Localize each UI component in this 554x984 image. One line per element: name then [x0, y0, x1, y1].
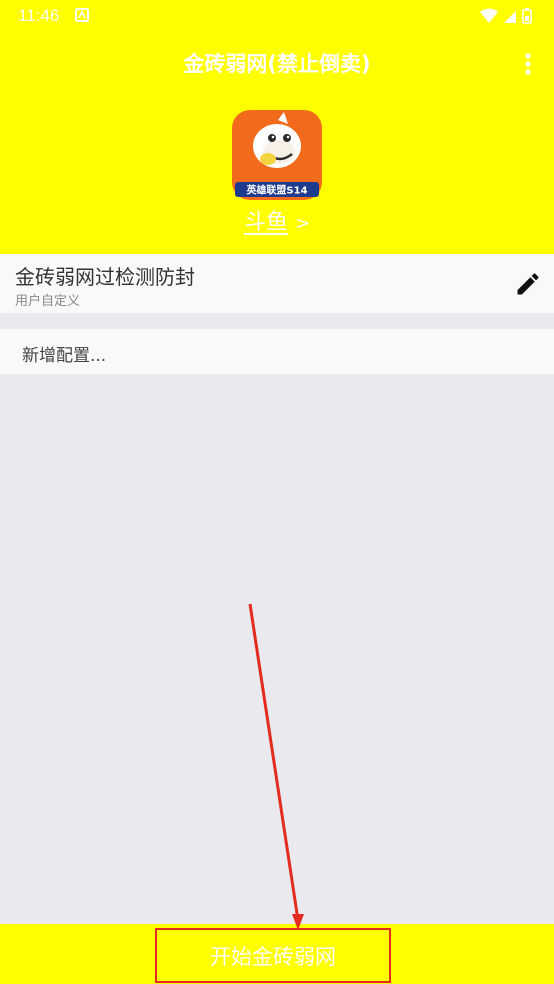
- more-vert-icon[interactable]: [516, 50, 540, 78]
- status-time: 11:46: [18, 6, 60, 25]
- profile-title: 金砖弱网过检测防封: [15, 265, 195, 289]
- add-config-button[interactable]: 新增配置...: [0, 329, 554, 374]
- status-icons: [480, 8, 532, 24]
- pencil-icon[interactable]: [514, 270, 542, 298]
- app-selector-link[interactable]: 斗鱼 >: [0, 204, 554, 236]
- chevron-right-icon: >: [294, 213, 311, 234]
- battery-icon: [522, 8, 532, 24]
- wifi-icon: [480, 8, 498, 23]
- bottom-bar: 开始金砖弱网: [0, 924, 554, 984]
- signal-icon: [504, 11, 516, 23]
- profile-card[interactable]: 金砖弱网过检测防封 用户自定义: [0, 254, 554, 313]
- douyu-app-icon[interactable]: 英雄联盟S14: [232, 110, 322, 200]
- app-title: 金砖弱网(禁止倒卖): [183, 52, 371, 76]
- start-button[interactable]: 开始金砖弱网: [155, 928, 391, 983]
- app-name: 斗鱼: [243, 210, 288, 235]
- app-icon-banner: 英雄联盟S14: [245, 184, 307, 197]
- header: 11:46 金砖弱网(禁止倒卖) 英雄联盟S14 斗鱼 >: [0, 0, 554, 254]
- notification-icon: [75, 8, 89, 22]
- add-config-label: 新增配置...: [22, 346, 107, 366]
- status-bar: 11:46: [0, 0, 554, 32]
- profile-subtitle: 用户自定义: [15, 294, 81, 309]
- start-button-label: 开始金砖弱网: [210, 944, 336, 969]
